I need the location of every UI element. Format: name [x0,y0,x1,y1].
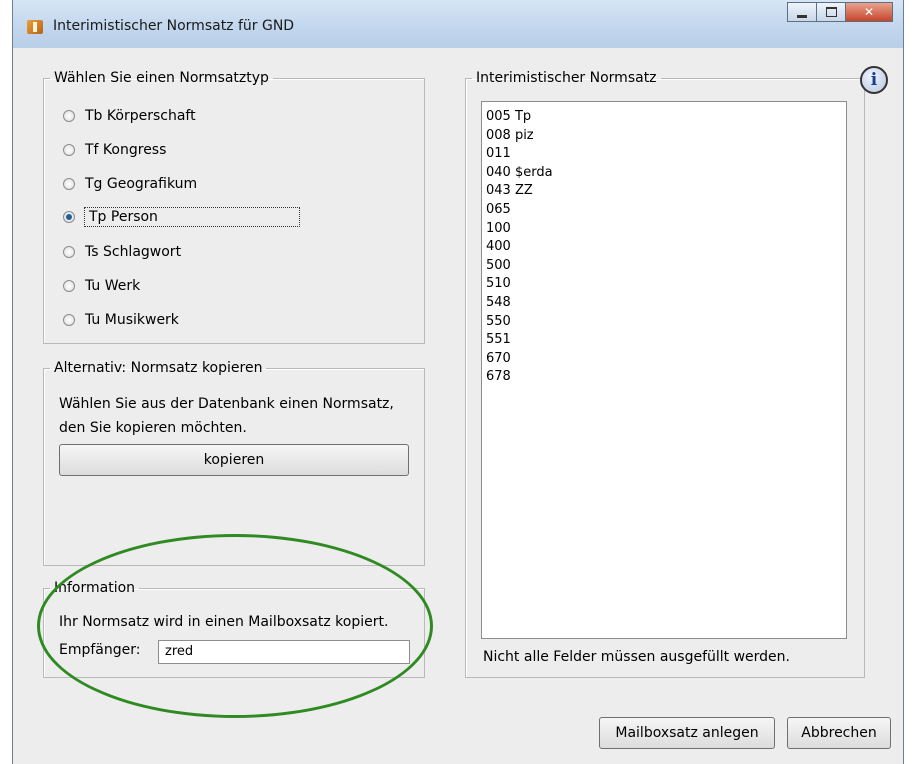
abbrechen-button[interactable]: Abbrechen [787,717,891,749]
information-legend: Information [54,580,136,596]
radio-button[interactable] [63,246,75,258]
maximize-icon [825,7,837,17]
info-icon[interactable]: i [860,66,888,94]
radio-button[interactable] [63,110,75,122]
close-icon: ✕ [863,5,875,19]
kopieren-hint-line1: Wählen Sie aus der Datenbank einen Norms… [59,396,394,412]
app-icon [27,20,43,34]
normsatztyp-legend: Wählen Sie einen Normsatztyp [54,70,269,86]
minimize-icon [797,14,807,18]
normsatz-note: Nicht alle Felder müssen ausgefüllt werd… [483,649,790,665]
radio-tf-kongress[interactable]: Tf Kongress [63,138,166,162]
radio-label: Tb Körperschaft [85,108,196,124]
radio-tg-geografikum[interactable]: Tg Geografikum [63,172,197,196]
radio-button[interactable] [63,314,75,326]
normsatz-legend: Interimistischer Normsatz [476,70,657,86]
normsatz-line: 008 piz [486,127,534,143]
window-title: Interimistischer Normsatz für GND [53,18,295,34]
normsatz-line: 500 [486,257,511,273]
radio-tu-werk[interactable]: Tu Werk [63,274,140,298]
radio-tu-musikwerk[interactable]: Tu Musikwerk [63,308,179,332]
radio-button[interactable] [63,178,75,190]
close-button[interactable]: ✕ [845,2,893,22]
normsatz-line: 100 [486,220,511,236]
empfaenger-input[interactable]: zred [158,640,410,664]
mailboxsatz-anlegen-button[interactable]: Mailboxsatz anlegen [599,717,775,749]
normsatz-line: 065 [486,201,511,217]
kopieren-legend: Alternativ: Normsatz kopieren [54,360,263,376]
normsatz-line: 670 [486,350,511,366]
radio-label: Tf Kongress [85,142,167,158]
normsatz-textarea[interactable]: 005 Tp 008 piz 011 040 $erda 043 ZZ 065 … [481,101,847,639]
empfaenger-label: Empfänger: [59,642,141,658]
radio-button[interactable] [63,144,75,156]
radio-label: Tu Musikwerk [85,312,179,328]
normsatz-line: 400 [486,239,511,255]
normsatz-line: 040 $erda [486,164,553,180]
radio-tb-koerperschaft[interactable]: Tb Körperschaft [63,104,196,128]
radio-button[interactable] [63,280,75,292]
radio-label: Tg Geografikum [85,176,198,192]
radio-tp-person[interactable]: Tp Person [63,205,300,229]
radio-label: Tp Person [84,207,300,227]
radio-ts-schlagwort[interactable]: Ts Schlagwort [63,240,181,264]
radio-label: Tu Werk [85,278,141,294]
window-controls: ✕ [787,2,893,22]
minimize-button[interactable] [787,2,817,22]
kopieren-hint-line2: den Sie kopieren möchten. [59,420,247,436]
normsatz-line: 678 [486,369,511,385]
normsatz-line: 551 [486,332,511,348]
kopieren-button[interactable]: kopieren [59,444,409,476]
information-text: Ihr Normsatz wird in einen Mailboxsatz k… [59,614,389,630]
radio-button-selected[interactable] [63,211,75,223]
normsatz-line: 005 Tp [486,109,532,124]
normsatz-line: 550 [486,313,511,329]
dialog-window: Interimistischer Normsatz für GND ✕ Wähl… [12,0,904,764]
radio-label: Ts Schlagwort [85,244,182,260]
normsatz-line: 548 [486,294,511,310]
normsatz-line: 510 [486,276,511,292]
maximize-button[interactable] [816,2,846,22]
title-bar: Interimistischer Normsatz für GND ✕ [13,0,903,48]
normsatz-line: 043 ZZ [486,183,533,199]
normsatz-line: 011 [486,146,511,162]
